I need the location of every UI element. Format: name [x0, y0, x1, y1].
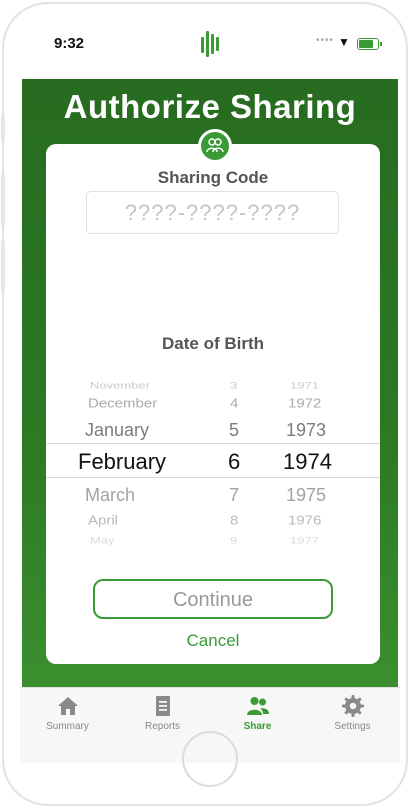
day-wheel[interactable]: 3 4 5 6 7 8 9: [226, 376, 256, 554]
year-option-selected[interactable]: 1974: [283, 449, 332, 475]
month-option-selected[interactable]: February: [78, 449, 166, 475]
tab-label: Summary: [46, 721, 89, 732]
day-option[interactable]: 3: [230, 380, 237, 391]
month-option[interactable]: November: [90, 380, 150, 391]
authorize-card: Sharing Code Date of Birth November Dece…: [46, 144, 380, 664]
volume-up-button: [1, 174, 5, 226]
tab-label: Settings: [334, 721, 371, 732]
screen: 9:32 •••• ▼ Authorize Sharing Sharing Co…: [20, 18, 400, 763]
day-option-selected[interactable]: 6: [228, 449, 240, 475]
day-option[interactable]: 8: [230, 513, 238, 527]
month-option[interactable]: January: [85, 420, 149, 441]
year-option[interactable]: 1976: [288, 513, 321, 527]
dob-label: Date of Birth: [162, 334, 264, 353]
month-option[interactable]: December: [88, 396, 157, 410]
wifi-icon: ▼: [338, 35, 350, 49]
year-option[interactable]: 1972: [288, 396, 321, 410]
month-option[interactable]: May: [90, 535, 115, 546]
tab-summary[interactable]: Summary: [20, 688, 115, 748]
page-title: Authorize Sharing: [63, 88, 357, 125]
month-wheel[interactable]: November December January February March…: [76, 376, 196, 554]
year-option[interactable]: 1977: [290, 535, 319, 546]
people-share-icon: [198, 129, 232, 163]
sharing-code-input[interactable]: [86, 191, 339, 234]
dob-picker[interactable]: November December January February March…: [46, 376, 380, 554]
document-icon: [156, 696, 170, 716]
day-option[interactable]: 5: [229, 420, 239, 441]
volume-down-button: [1, 240, 5, 292]
year-option[interactable]: 1973: [286, 420, 326, 441]
gear-icon: [342, 695, 364, 717]
app-logo-icon: [201, 29, 225, 57]
home-icon: [58, 697, 78, 715]
year-option[interactable]: 1971: [290, 380, 319, 391]
cancel-link[interactable]: Cancel: [46, 631, 380, 651]
mute-switch: [1, 114, 5, 142]
home-button[interactable]: [182, 731, 238, 787]
month-option[interactable]: April: [88, 513, 118, 527]
tab-settings[interactable]: Settings: [305, 688, 400, 748]
tab-label: Share: [243, 721, 272, 732]
year-wheel[interactable]: 1971 1972 1973 1974 1975 1976 1977: [278, 376, 358, 554]
people-icon: [247, 697, 269, 715]
day-option[interactable]: 9: [230, 535, 237, 546]
status-bar: 9:32 •••• ▼: [20, 18, 400, 78]
day-option[interactable]: 7: [229, 485, 239, 506]
signal-icon: ••••: [316, 35, 335, 46]
phone-frame: 9:32 •••• ▼ Authorize Sharing Sharing Co…: [1, 2, 408, 806]
status-time: 9:32: [54, 35, 85, 52]
battery-icon: [357, 38, 382, 50]
continue-button[interactable]: Continue: [93, 579, 333, 619]
tab-label: Reports: [144, 721, 180, 732]
month-option[interactable]: March: [85, 485, 135, 506]
year-option[interactable]: 1975: [286, 485, 326, 506]
sharing-code-label: Sharing Code: [157, 168, 269, 187]
day-option[interactable]: 4: [230, 396, 238, 410]
